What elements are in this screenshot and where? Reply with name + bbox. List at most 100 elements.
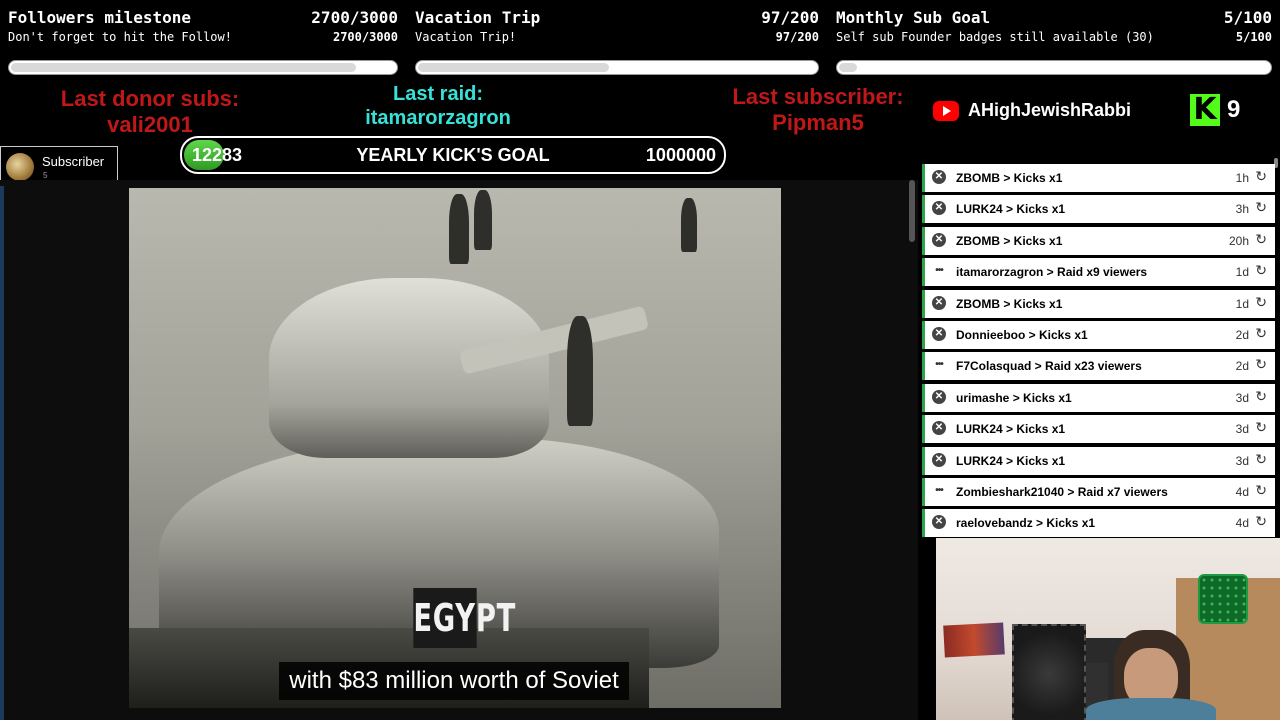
last-raid: Last raid: itamarorzagron — [328, 82, 548, 130]
event-time: 4d — [1235, 485, 1249, 499]
event-row[interactable]: ✕ raelovebandz > Kicks x1 4d ↻ — [922, 509, 1275, 538]
webcam-light-cube — [1198, 574, 1248, 624]
avatar — [6, 153, 34, 181]
goal-monthly-sub: Monthly Sub Goal 5/100 Self sub Founder … — [836, 0, 1272, 82]
replay-icon[interactable]: ↻ — [1255, 419, 1267, 436]
subscriber-count: 5 — [43, 171, 48, 180]
event-time: 1d — [1235, 296, 1249, 311]
kick-icon: ✕ — [932, 295, 946, 310]
video-overlay-title: EGYPT — [413, 588, 515, 648]
last-donor-name: vali2001 — [107, 112, 193, 137]
event-time: 3d — [1235, 453, 1249, 468]
event-text: LURK24 > Kicks x1 — [956, 202, 1066, 217]
replay-icon[interactable]: ↻ — [1255, 325, 1267, 342]
subscriber-label: Subscriber — [42, 154, 105, 169]
goal-progress-bar — [836, 60, 1272, 75]
event-time: 4d — [1235, 516, 1249, 531]
goal-progress-bar — [8, 60, 398, 75]
replay-icon[interactable]: ↻ — [1255, 168, 1267, 185]
raid-icon: ••• — [935, 485, 944, 496]
replay-icon[interactable]: ↻ — [1255, 199, 1267, 216]
event-text: LURK24 > Kicks x1 — [956, 422, 1066, 437]
goal-value: 5/100 — [1223, 8, 1272, 27]
event-row[interactable]: ✕ LURK24 > Kicks x1 3d ↻ — [922, 446, 1275, 475]
event-row[interactable]: ✕ LURK24 > Kicks x1 3d ↻ — [922, 415, 1275, 444]
event-row[interactable]: ✕ Donnieeboo > Kicks x1 2d ↻ — [922, 321, 1275, 349]
raid-icon: ••• — [935, 265, 944, 277]
event-row[interactable]: ••• F7Colasquad > Raid x23 viewers 2d ↻ — [922, 352, 1275, 381]
kick-icon: ✕ — [932, 389, 946, 404]
soldier-figure — [567, 316, 593, 426]
event-time: 3d — [1235, 422, 1249, 437]
video-caption: with $83 million worth of Soviet tanks, — [279, 662, 629, 708]
event-time: 1d — [1235, 265, 1249, 280]
replay-icon[interactable]: ↻ — [1255, 231, 1267, 248]
goal-subtitle: Vacation Trip! — [415, 30, 517, 44]
yearly-goal-title: YEARLY KICK'S GOAL — [356, 145, 550, 165]
youtube-channel-name: AHighJewishRabbi — [968, 100, 1132, 120]
goal-subvalue: 2700/3000 — [332, 30, 398, 44]
event-time: 1h — [1235, 171, 1249, 185]
last-donor-label: Last donor subs: — [60, 86, 240, 111]
goal-title: Vacation Trip — [415, 8, 541, 27]
goal-title: Monthly Sub Goal — [836, 8, 991, 27]
event-text: LURK24 > Kicks x1 — [956, 453, 1066, 468]
replay-icon[interactable]: ↻ — [1255, 262, 1267, 279]
kick-logo-icon: K — [1190, 94, 1220, 126]
event-text: ZBOMB > Kicks x1 — [956, 233, 1063, 248]
video-player[interactable]: EGYPT with $83 million worth of Soviet t… — [129, 188, 781, 708]
kick-icon: ✕ — [932, 515, 946, 530]
event-row[interactable]: ✕ LURK24 > Kicks x1 3h ↻ — [922, 195, 1275, 224]
webcam-tapestry — [1012, 624, 1086, 720]
event-list: ✕ ZBOMB > Kicks x1 1h ↻ ✕ LURK24 > Kicks x1 3h… — [920, 158, 1280, 538]
raid-icon: ••• — [935, 359, 944, 371]
event-time: 2d — [1235, 328, 1249, 342]
last-subscriber-name: Pipman5 — [772, 110, 864, 135]
event-row[interactable]: ✕ ZBOMB > Kicks x1 1h ↻ — [922, 164, 1275, 192]
soldier-figure — [474, 190, 492, 250]
goal-progress-fill — [11, 63, 357, 72]
event-row[interactable]: ••• Zombieshark21040 > Raid x7 viewers 4d ↻ — [922, 478, 1275, 506]
kick-viewer-count: 9 — [1227, 96, 1241, 123]
event-text: Donnieeboo > Kicks x1 — [956, 328, 1088, 342]
replay-icon[interactable]: ↻ — [1255, 451, 1267, 468]
goal-progress-bar — [415, 60, 819, 75]
event-row[interactable]: ••• itamarorzagron > Raid x9 viewers 1d ↻ — [922, 258, 1275, 287]
event-row[interactable]: ✕ urimashe > Kicks x1 3d ↻ — [922, 383, 1275, 412]
event-row[interactable]: ✕ ZBOMB > Kicks x1 1d ↻ — [922, 289, 1275, 318]
goal-progress-fill — [839, 63, 857, 72]
replay-icon[interactable]: ↻ — [1255, 356, 1267, 373]
kick-icon: ✕ — [932, 232, 946, 247]
event-text: F7Colasquad > Raid x23 viewers — [956, 359, 1142, 374]
soldier-figure — [449, 194, 469, 264]
replay-icon[interactable]: ↻ — [1255, 513, 1267, 530]
event-time: 3h — [1235, 202, 1249, 217]
goal-subtitle: Don't forget to hit the Follow! — [8, 30, 232, 44]
last-donor: Last donor subs: vali2001 — [30, 86, 270, 138]
goal-progress-fill — [418, 63, 609, 72]
event-time: 2d — [1235, 359, 1249, 374]
scrollbar[interactable] — [909, 180, 915, 242]
goal-subvalue: 97/200 — [775, 30, 819, 44]
goal-subvalue: 5/100 — [1235, 30, 1272, 44]
kick-icon: ✕ — [932, 170, 946, 184]
event-text: ZBOMB > Kicks x1 — [956, 296, 1063, 311]
goal-followers: Followers milestone 2700/3000 Don't forg… — [8, 0, 398, 82]
event-text: ZBOMB > Kicks x1 — [956, 171, 1063, 185]
event-row[interactable]: ✕ ZBOMB > Kicks x1 20h ↻ — [922, 226, 1275, 255]
goal-title: Followers milestone — [8, 8, 192, 27]
webcam-feed — [936, 538, 1280, 720]
goal-vacation: Vacation Trip 97/200 Vacation Trip! 97/2… — [415, 0, 819, 82]
kick-icon: ✕ — [932, 421, 946, 436]
webcam-streamer-shirt — [1086, 698, 1216, 720]
replay-icon[interactable]: ↻ — [1255, 482, 1267, 499]
goal-subtitle: Self sub Founder badges still available … — [836, 30, 1154, 44]
goal-value: 2700/3000 — [311, 8, 398, 27]
replay-icon[interactable]: ↻ — [1255, 294, 1267, 311]
last-raid-label: Last raid: — [392, 83, 484, 105]
last-subscriber-label: Last subscriber: — [732, 84, 904, 109]
goal-value: 97/200 — [761, 8, 819, 27]
replay-icon[interactable]: ↻ — [1255, 388, 1267, 405]
kick-icon: ✕ — [932, 327, 946, 341]
last-raid-name: itamarorzagron — [365, 107, 511, 129]
